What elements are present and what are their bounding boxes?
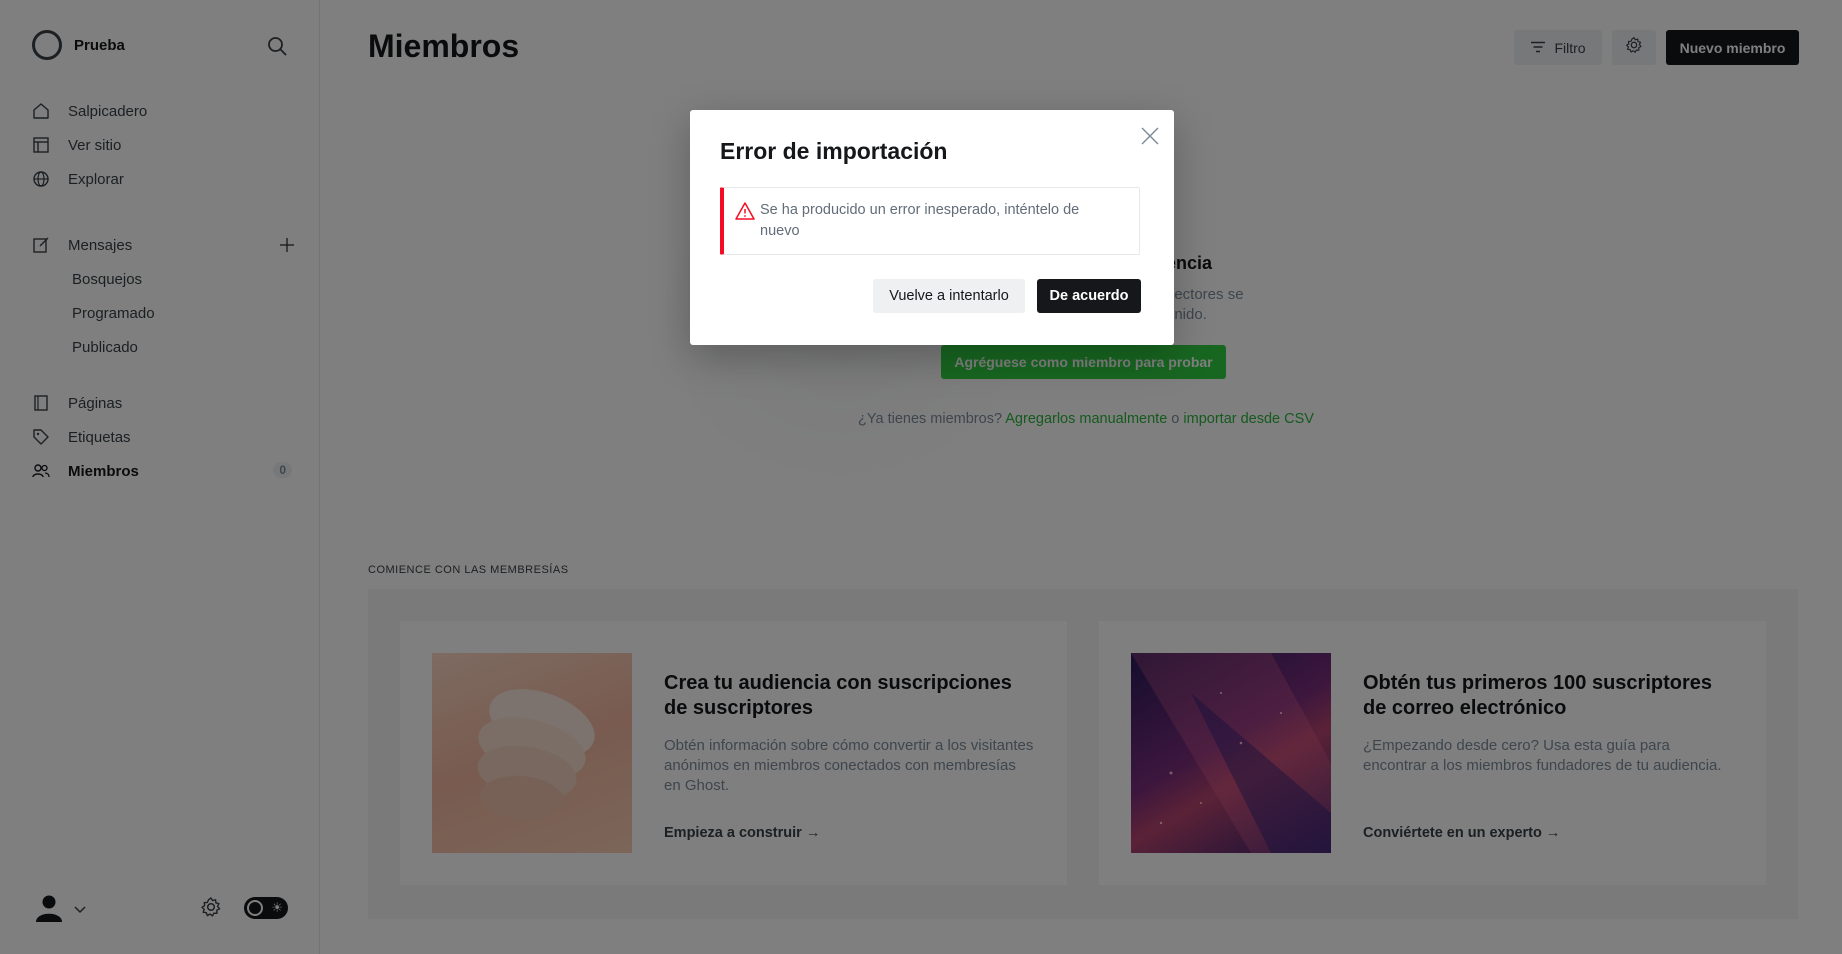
import-error-modal: Error de importación Se ha producido un … bbox=[690, 110, 1174, 345]
ok-button[interactable]: De acuerdo bbox=[1037, 279, 1141, 313]
close-icon[interactable] bbox=[1140, 126, 1160, 146]
modal-title: Error de importación bbox=[720, 138, 948, 164]
retry-button[interactable]: Vuelve a intentarlo bbox=[873, 279, 1025, 313]
error-message: Se ha producido un error inesperado, int… bbox=[760, 202, 1080, 239]
error-alert: Se ha producido un error inesperado, int… bbox=[720, 187, 1140, 255]
warning-icon bbox=[735, 201, 755, 221]
